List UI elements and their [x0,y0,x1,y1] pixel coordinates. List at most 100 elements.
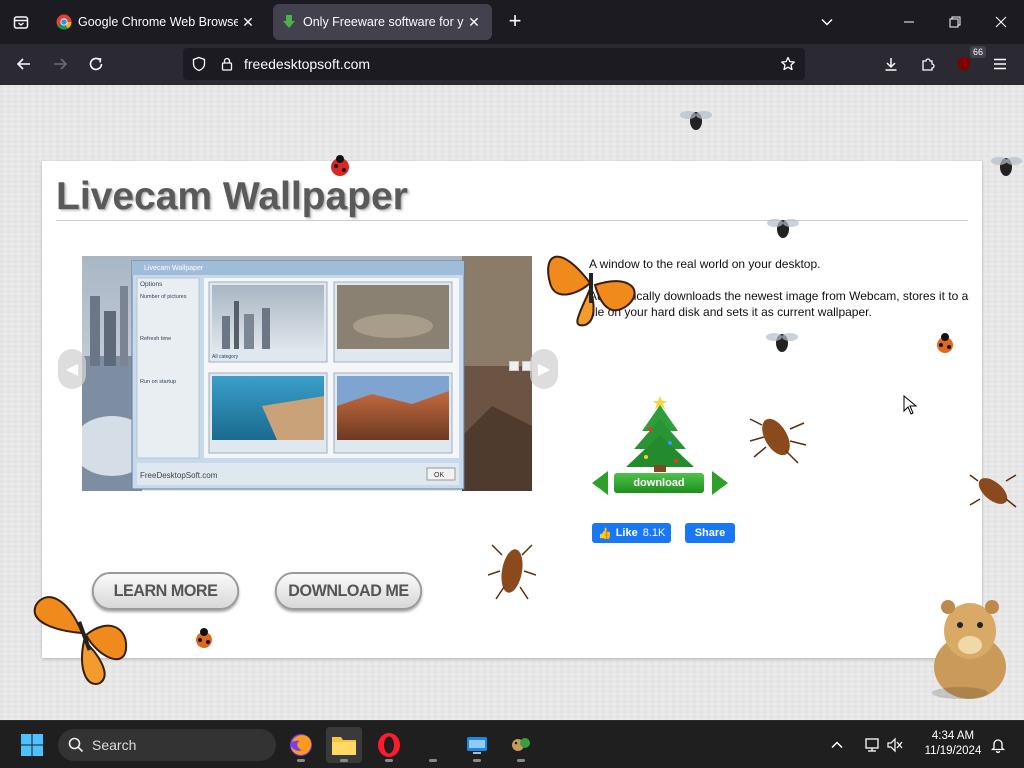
minimize-button[interactable] [886,0,932,44]
running-indicator [517,759,525,762]
close-tab-icon[interactable]: ✕ [238,14,258,31]
search-placeholder: Search [92,737,137,753]
opera-icon [378,733,400,757]
fly-icon [766,333,798,352]
running-indicator [297,759,305,762]
list-all-tabs-icon [13,16,29,29]
tab-list-button[interactable] [0,0,42,44]
hamburger-menu-icon [994,58,1006,70]
network-icon [865,738,879,752]
taskbar-app-window[interactable] [459,727,495,763]
show-hidden-icons-button[interactable] [820,727,854,763]
description-line: A window to the real world on your deskt… [589,257,821,271]
butterfly-icon [33,596,128,685]
ublock-shield-icon [958,57,970,71]
download-label: download [633,477,685,489]
slider-dots [509,361,532,371]
minimize-icon [904,21,914,23]
tab-chrome[interactable]: Google Chrome Web Browser ✕ [48,4,266,40]
running-indicator [340,759,348,762]
plus-icon: + [508,8,522,33]
back-button[interactable] [8,48,40,80]
folder-icon [332,737,356,755]
ublock-extension-button[interactable]: 66 [948,46,986,80]
slider-background-image: FreeDesktopSoft.com OK Livecam Wallpaper… [82,256,532,491]
chevron-right-icon: ▶ [537,361,551,378]
facebook-share-button[interactable]: Share [685,523,735,543]
chevron-down-icon [821,18,833,26]
ladybug-icon [331,155,349,176]
windows-taskbar: Search 4:34 AM 11/19/2024 [0,720,1024,768]
download-prev-arrow[interactable] [592,471,608,495]
app-window-footer: FreeDesktopSoft.com [140,471,218,480]
taskbar-file-explorer[interactable] [326,727,362,763]
cockroach-icon [488,544,536,600]
chevron-left-icon: ◀ [65,361,79,378]
web-page: Livecam Wallpaper FreeDesktopSoft.com OK… [0,85,1024,720]
downloads-button[interactable] [875,48,907,80]
slider-prev-button[interactable]: ◀ [58,349,86,389]
taskbar-blank-app[interactable] [415,727,451,763]
facebook-share-label: Share [694,527,726,539]
app-run-on-startup: Run on startup [140,379,176,385]
new-tab-button[interactable]: + [503,10,527,34]
network-volume-tray[interactable] [856,727,912,763]
fly-icon [680,111,712,130]
ladybug-icon [196,628,212,648]
download-me-label: DOWNLOAD ME [288,581,409,600]
close-tab-icon[interactable]: ✕ [464,14,484,31]
download-widget: download [590,391,730,501]
bookmark-star-icon[interactable] [780,56,796,72]
extensions-button[interactable] [912,48,944,80]
firefox-icon [290,734,312,756]
chevron-up-icon [831,741,843,749]
hamster-icon [932,600,1006,699]
shield-icon[interactable] [191,56,207,72]
url-text[interactable]: freedesktopsoft.com [244,56,370,72]
lock-icon[interactable] [219,56,235,72]
taskbar-firefox[interactable] [283,727,319,763]
ladybug-icon [937,333,953,353]
chrome-favicon-icon [56,14,72,30]
tab-title: Only Freeware software for you [303,15,464,29]
search-icon [68,737,84,753]
forward-arrow-icon [54,58,68,70]
butterfly-icon [547,255,636,327]
system-clock[interactable]: 4:34 AM 11/19/2024 [918,729,988,759]
download-button[interactable]: download [614,473,704,493]
fly-icon [767,219,799,238]
screenshot-slider[interactable]: FreeDesktopSoft.com OK Livecam Wallpaper… [82,256,532,491]
taskbar-opera[interactable] [371,727,407,763]
notifications-button[interactable] [984,727,1012,763]
cockroach-icon [969,474,1017,508]
taskbar-search[interactable]: Search [58,729,276,761]
tab-freeware[interactable]: Only Freeware software for you ✕ [273,4,492,40]
navigation-toolbar: freedesktopsoft.com 66 [0,44,1024,85]
download-next-arrow[interactable] [712,471,728,495]
clock-date: 11/19/2024 [924,745,982,757]
slider-dot[interactable] [509,361,519,371]
reload-button[interactable] [80,48,112,80]
download-icon [885,58,897,71]
close-window-button[interactable] [978,0,1024,44]
mouse-cursor-icon [903,395,917,415]
desktop-pets-icon [512,738,530,751]
running-indicator [473,759,481,762]
url-bar[interactable]: freedesktopsoft.com [183,48,805,80]
page-title: Livecam Wallpaper [56,175,408,218]
forward-button[interactable] [44,48,76,80]
reload-icon [89,57,103,71]
start-button[interactable] [14,727,50,763]
cockroach-icon [749,418,807,464]
restore-button[interactable] [932,0,978,44]
app-window-icon [467,737,487,754]
slider-next-button[interactable]: ▶ [530,349,558,389]
taskbar-desktop-pets[interactable] [503,727,539,763]
download-me-button[interactable]: DOWNLOAD ME [274,572,423,610]
app-refresh-time: Refresh time [140,336,171,342]
facebook-like-button[interactable]: 👍 Like 8.1K [592,523,672,543]
app-menu-button[interactable] [984,48,1016,80]
tab-overflow-button[interactable] [804,0,850,44]
app-number-of-pictures: Number of pictures [140,294,187,300]
restore-icon [949,16,961,28]
